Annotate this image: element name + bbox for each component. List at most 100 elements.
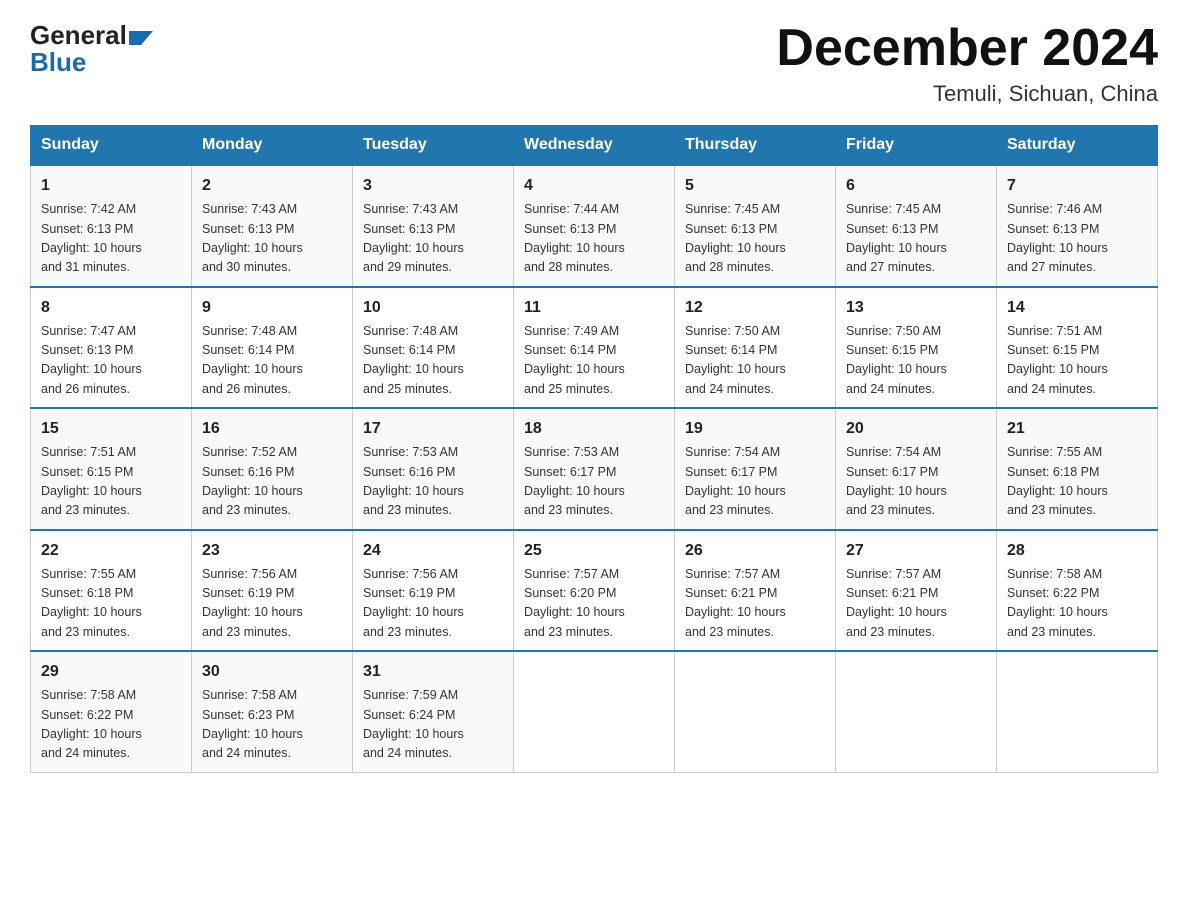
day-number: 13 (846, 296, 986, 320)
calendar-cell: 16Sunrise: 7:52 AMSunset: 6:16 PMDayligh… (192, 408, 353, 530)
day-number: 24 (363, 539, 503, 563)
day-number: 17 (363, 417, 503, 441)
day-info: Sunrise: 7:53 AMSunset: 6:16 PMDaylight:… (363, 443, 503, 521)
week-row-4: 22Sunrise: 7:55 AMSunset: 6:18 PMDayligh… (31, 530, 1158, 652)
day-info: Sunrise: 7:50 AMSunset: 6:15 PMDaylight:… (846, 322, 986, 400)
day-info: Sunrise: 7:59 AMSunset: 6:24 PMDaylight:… (363, 686, 503, 764)
day-info: Sunrise: 7:54 AMSunset: 6:17 PMDaylight:… (685, 443, 825, 521)
calendar-cell: 7Sunrise: 7:46 AMSunset: 6:13 PMDaylight… (997, 165, 1158, 287)
calendar-cell: 3Sunrise: 7:43 AMSunset: 6:13 PMDaylight… (353, 165, 514, 287)
day-number: 21 (1007, 417, 1147, 441)
day-number: 22 (41, 539, 181, 563)
day-info: Sunrise: 7:57 AMSunset: 6:21 PMDaylight:… (846, 565, 986, 643)
day-info: Sunrise: 7:43 AMSunset: 6:13 PMDaylight:… (202, 200, 342, 278)
day-info: Sunrise: 7:56 AMSunset: 6:19 PMDaylight:… (202, 565, 342, 643)
day-number: 11 (524, 296, 664, 320)
day-number: 16 (202, 417, 342, 441)
day-info: Sunrise: 7:54 AMSunset: 6:17 PMDaylight:… (846, 443, 986, 521)
calendar-cell: 17Sunrise: 7:53 AMSunset: 6:16 PMDayligh… (353, 408, 514, 530)
calendar-cell (514, 651, 675, 772)
day-number: 2 (202, 174, 342, 198)
calendar-cell: 5Sunrise: 7:45 AMSunset: 6:13 PMDaylight… (675, 165, 836, 287)
day-number: 1 (41, 174, 181, 198)
calendar-cell: 6Sunrise: 7:45 AMSunset: 6:13 PMDaylight… (836, 165, 997, 287)
day-number: 10 (363, 296, 503, 320)
day-number: 3 (363, 174, 503, 198)
day-info: Sunrise: 7:57 AMSunset: 6:21 PMDaylight:… (685, 565, 825, 643)
weekday-header-friday: Friday (836, 126, 997, 166)
day-info: Sunrise: 7:47 AMSunset: 6:13 PMDaylight:… (41, 322, 181, 400)
calendar-cell: 14Sunrise: 7:51 AMSunset: 6:15 PMDayligh… (997, 287, 1158, 409)
day-number: 27 (846, 539, 986, 563)
calendar-cell: 4Sunrise: 7:44 AMSunset: 6:13 PMDaylight… (514, 165, 675, 287)
calendar-cell: 9Sunrise: 7:48 AMSunset: 6:14 PMDaylight… (192, 287, 353, 409)
day-number: 6 (846, 174, 986, 198)
calendar-cell: 25Sunrise: 7:57 AMSunset: 6:20 PMDayligh… (514, 530, 675, 652)
calendar-cell: 26Sunrise: 7:57 AMSunset: 6:21 PMDayligh… (675, 530, 836, 652)
calendar-cell: 21Sunrise: 7:55 AMSunset: 6:18 PMDayligh… (997, 408, 1158, 530)
day-info: Sunrise: 7:57 AMSunset: 6:20 PMDaylight:… (524, 565, 664, 643)
day-number: 12 (685, 296, 825, 320)
day-number: 31 (363, 660, 503, 684)
calendar-table: SundayMondayTuesdayWednesdayThursdayFrid… (30, 125, 1158, 773)
day-info: Sunrise: 7:48 AMSunset: 6:14 PMDaylight:… (363, 322, 503, 400)
day-number: 20 (846, 417, 986, 441)
day-number: 30 (202, 660, 342, 684)
day-number: 8 (41, 296, 181, 320)
logo: General Blue (30, 20, 153, 78)
calendar-cell: 11Sunrise: 7:49 AMSunset: 6:14 PMDayligh… (514, 287, 675, 409)
day-info: Sunrise: 7:51 AMSunset: 6:15 PMDaylight:… (1007, 322, 1147, 400)
day-info: Sunrise: 7:58 AMSunset: 6:22 PMDaylight:… (1007, 565, 1147, 643)
calendar-cell: 22Sunrise: 7:55 AMSunset: 6:18 PMDayligh… (31, 530, 192, 652)
calendar-cell: 1Sunrise: 7:42 AMSunset: 6:13 PMDaylight… (31, 165, 192, 287)
week-row-1: 1Sunrise: 7:42 AMSunset: 6:13 PMDaylight… (31, 165, 1158, 287)
day-info: Sunrise: 7:44 AMSunset: 6:13 PMDaylight:… (524, 200, 664, 278)
weekday-header-tuesday: Tuesday (353, 126, 514, 166)
day-number: 4 (524, 174, 664, 198)
logo-blue-text: Blue (30, 47, 153, 78)
day-number: 25 (524, 539, 664, 563)
weekday-header-thursday: Thursday (675, 126, 836, 166)
day-number: 18 (524, 417, 664, 441)
day-info: Sunrise: 7:53 AMSunset: 6:17 PMDaylight:… (524, 443, 664, 521)
page-header: General Blue December 2024 Temuli, Sichu… (30, 20, 1158, 107)
calendar-cell: 2Sunrise: 7:43 AMSunset: 6:13 PMDaylight… (192, 165, 353, 287)
calendar-cell: 23Sunrise: 7:56 AMSunset: 6:19 PMDayligh… (192, 530, 353, 652)
calendar-cell: 8Sunrise: 7:47 AMSunset: 6:13 PMDaylight… (31, 287, 192, 409)
calendar-cell: 20Sunrise: 7:54 AMSunset: 6:17 PMDayligh… (836, 408, 997, 530)
calendar-cell: 24Sunrise: 7:56 AMSunset: 6:19 PMDayligh… (353, 530, 514, 652)
calendar-cell: 27Sunrise: 7:57 AMSunset: 6:21 PMDayligh… (836, 530, 997, 652)
day-info: Sunrise: 7:55 AMSunset: 6:18 PMDaylight:… (1007, 443, 1147, 521)
day-number: 26 (685, 539, 825, 563)
weekday-header-monday: Monday (192, 126, 353, 166)
day-info: Sunrise: 7:49 AMSunset: 6:14 PMDaylight:… (524, 322, 664, 400)
location-text: Temuli, Sichuan, China (776, 81, 1158, 107)
week-row-3: 15Sunrise: 7:51 AMSunset: 6:15 PMDayligh… (31, 408, 1158, 530)
weekday-header-wednesday: Wednesday (514, 126, 675, 166)
day-info: Sunrise: 7:43 AMSunset: 6:13 PMDaylight:… (363, 200, 503, 278)
day-number: 29 (41, 660, 181, 684)
day-info: Sunrise: 7:58 AMSunset: 6:23 PMDaylight:… (202, 686, 342, 764)
day-number: 28 (1007, 539, 1147, 563)
day-info: Sunrise: 7:46 AMSunset: 6:13 PMDaylight:… (1007, 200, 1147, 278)
day-info: Sunrise: 7:50 AMSunset: 6:14 PMDaylight:… (685, 322, 825, 400)
day-number: 14 (1007, 296, 1147, 320)
day-info: Sunrise: 7:58 AMSunset: 6:22 PMDaylight:… (41, 686, 181, 764)
day-info: Sunrise: 7:51 AMSunset: 6:15 PMDaylight:… (41, 443, 181, 521)
day-number: 7 (1007, 174, 1147, 198)
weekday-header-sunday: Sunday (31, 126, 192, 166)
day-info: Sunrise: 7:45 AMSunset: 6:13 PMDaylight:… (846, 200, 986, 278)
calendar-cell: 13Sunrise: 7:50 AMSunset: 6:15 PMDayligh… (836, 287, 997, 409)
calendar-cell: 15Sunrise: 7:51 AMSunset: 6:15 PMDayligh… (31, 408, 192, 530)
calendar-cell: 18Sunrise: 7:53 AMSunset: 6:17 PMDayligh… (514, 408, 675, 530)
day-info: Sunrise: 7:42 AMSunset: 6:13 PMDaylight:… (41, 200, 181, 278)
day-number: 23 (202, 539, 342, 563)
calendar-cell: 12Sunrise: 7:50 AMSunset: 6:14 PMDayligh… (675, 287, 836, 409)
logo-arrow-icon (129, 31, 153, 45)
day-info: Sunrise: 7:52 AMSunset: 6:16 PMDaylight:… (202, 443, 342, 521)
calendar-cell (997, 651, 1158, 772)
day-info: Sunrise: 7:48 AMSunset: 6:14 PMDaylight:… (202, 322, 342, 400)
title-block: December 2024 Temuli, Sichuan, China (776, 20, 1158, 107)
day-info: Sunrise: 7:56 AMSunset: 6:19 PMDaylight:… (363, 565, 503, 643)
day-info: Sunrise: 7:45 AMSunset: 6:13 PMDaylight:… (685, 200, 825, 278)
